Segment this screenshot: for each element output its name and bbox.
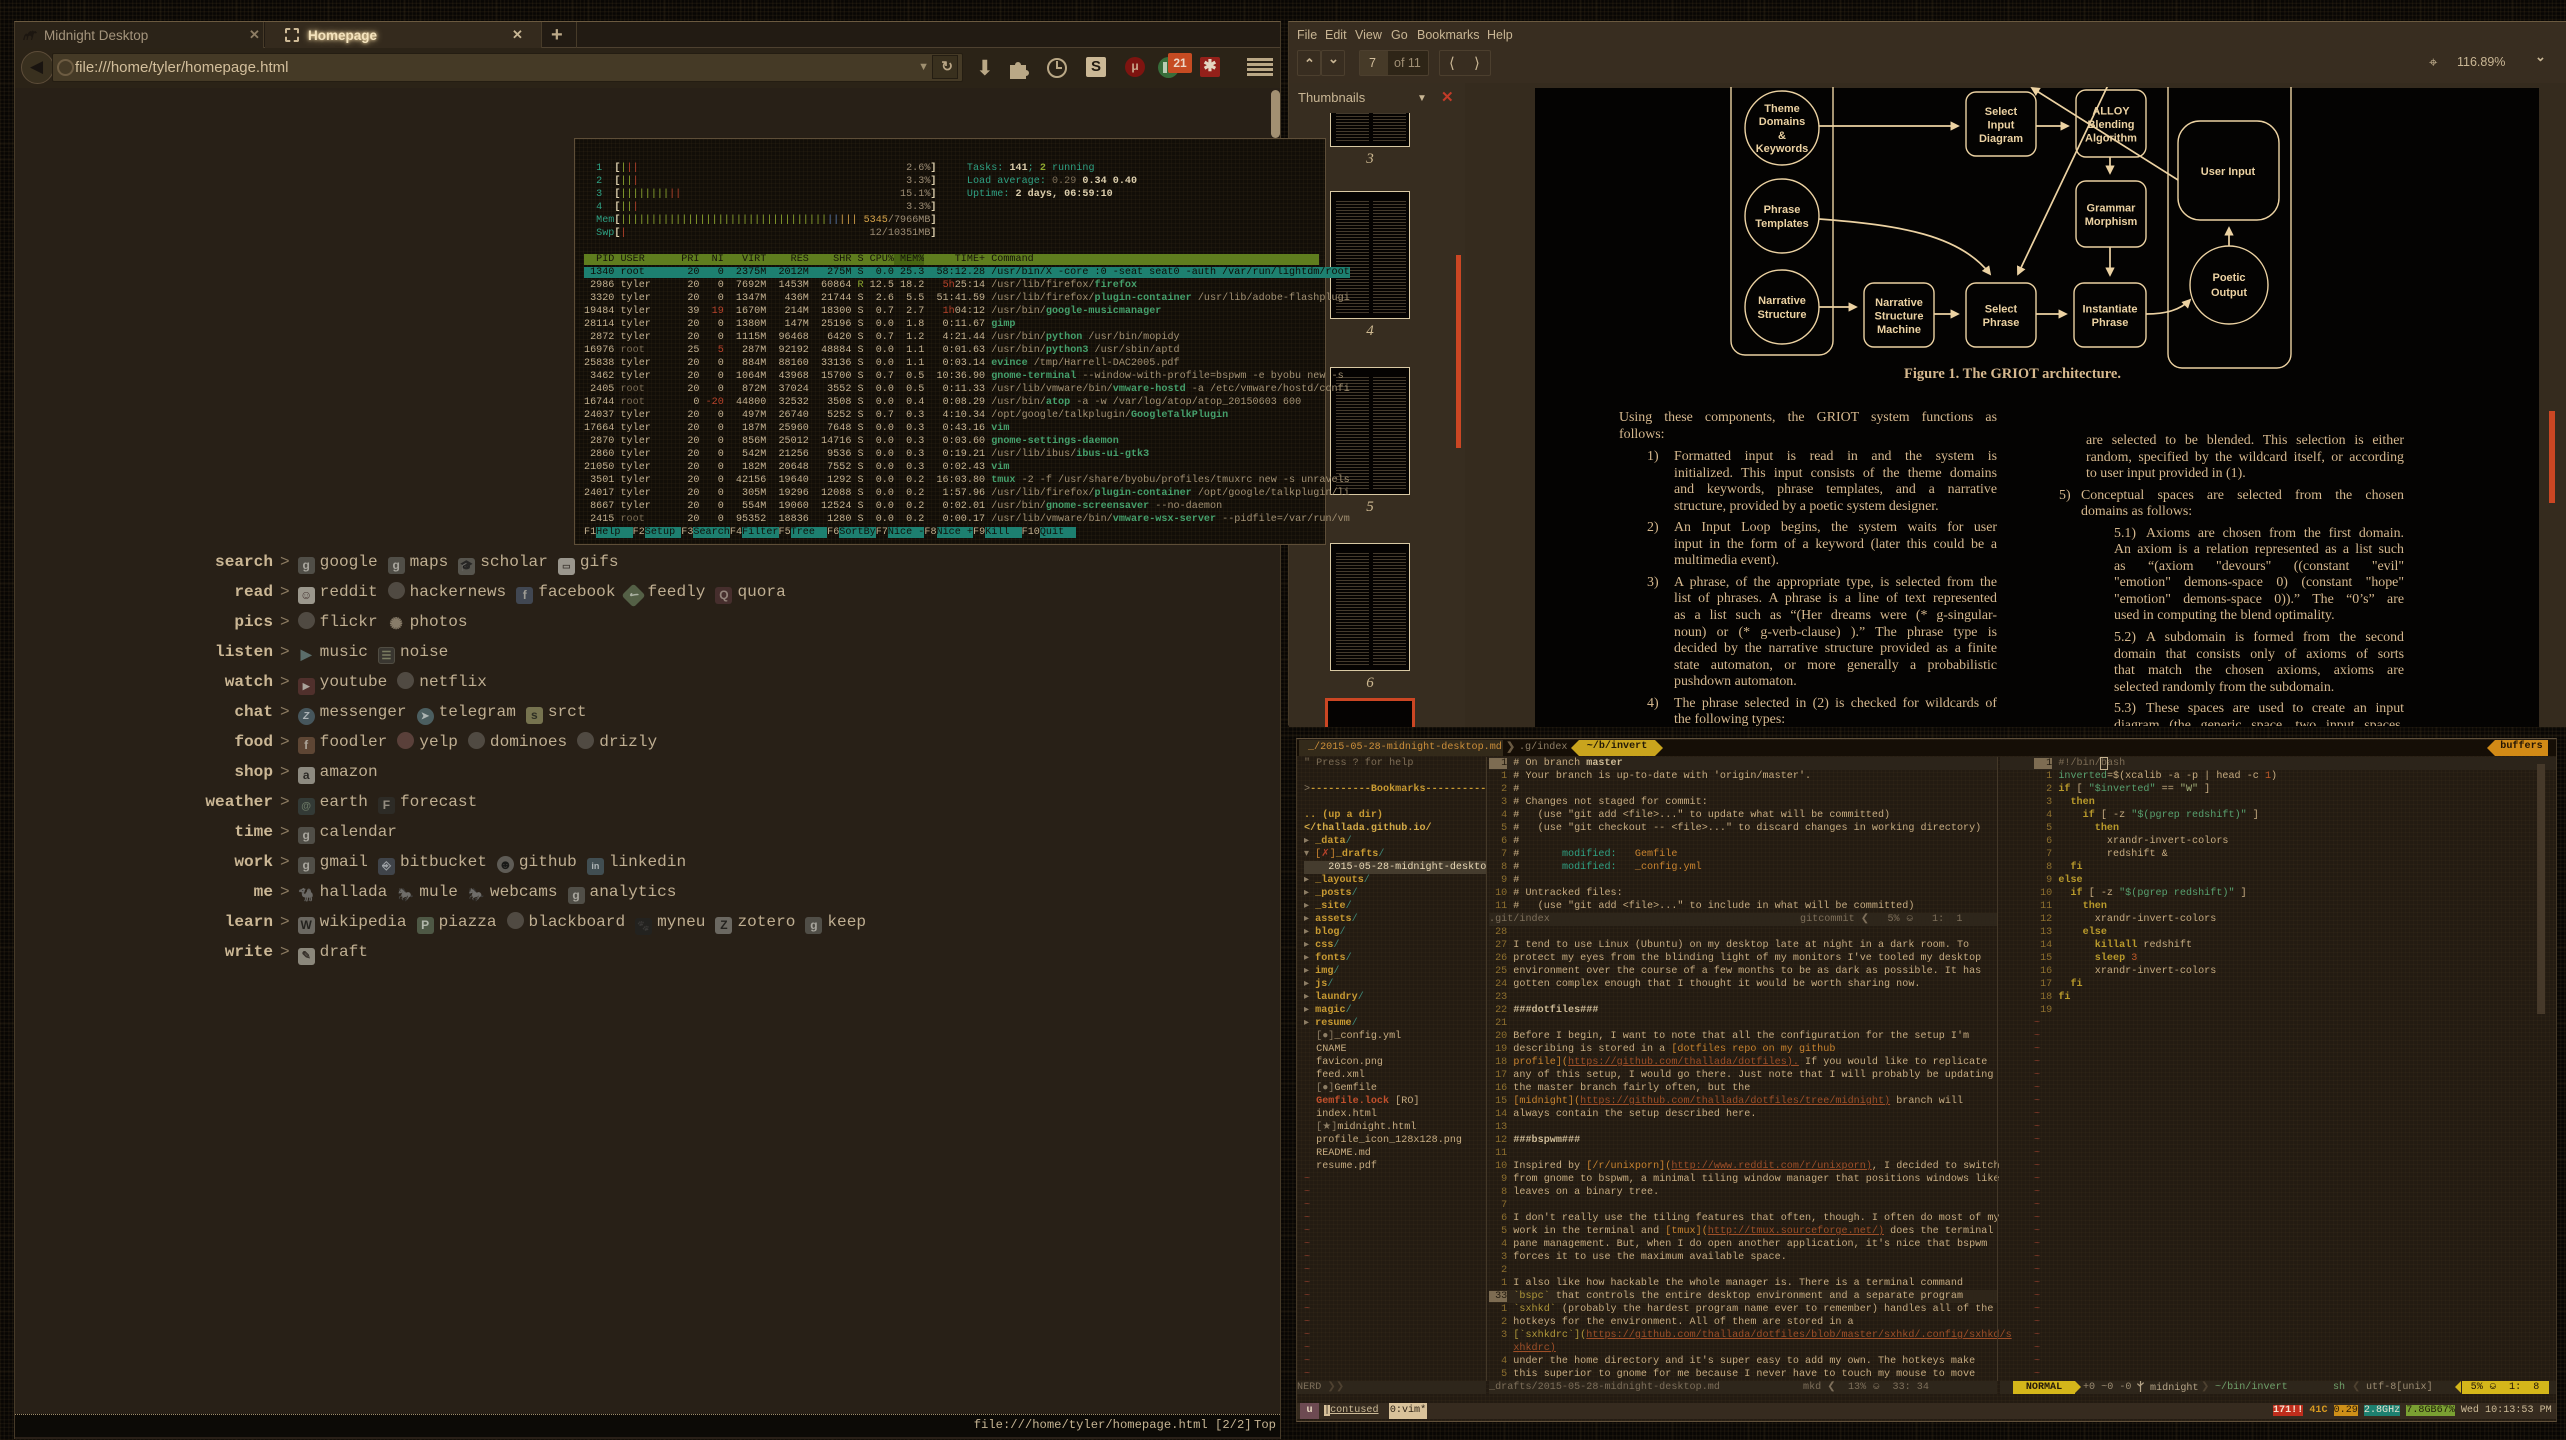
svg-text:Phrase: Phrase	[1983, 317, 2020, 329]
svg-text:User Input: User Input	[2201, 166, 2256, 178]
svg-text:Theme: Theme	[1764, 103, 1799, 115]
svg-text:Input: Input	[1988, 119, 2015, 131]
svg-text:Structure: Structure	[1875, 310, 1924, 322]
svg-text:Select: Select	[1985, 106, 2018, 118]
svg-text:Poetic: Poetic	[2212, 272, 2245, 284]
svg-text:Output: Output	[2211, 287, 2247, 299]
svg-text:Blending: Blending	[2087, 119, 2134, 131]
svg-text:Templates: Templates	[1755, 218, 1809, 230]
svg-text:Narrative: Narrative	[1758, 295, 1806, 307]
svg-text:Instantiate: Instantiate	[2082, 304, 2137, 316]
svg-text:Structure: Structure	[1758, 309, 1807, 321]
svg-text:Grammar: Grammar	[2087, 203, 2137, 215]
svg-text:Phrase: Phrase	[2092, 317, 2129, 329]
svg-text:Select: Select	[1985, 304, 2018, 316]
svg-text:Phrase: Phrase	[1764, 204, 1801, 216]
svg-text:Diagram: Diagram	[1979, 133, 2023, 145]
svg-text:Narrative: Narrative	[1875, 297, 1923, 309]
svg-text:Keywords: Keywords	[1756, 143, 1809, 155]
svg-text:Machine: Machine	[1877, 324, 1921, 336]
svg-text:Domains: Domains	[1759, 116, 1805, 128]
svg-text:&: &	[1778, 130, 1786, 142]
svg-text:Morphism: Morphism	[2085, 216, 2138, 228]
